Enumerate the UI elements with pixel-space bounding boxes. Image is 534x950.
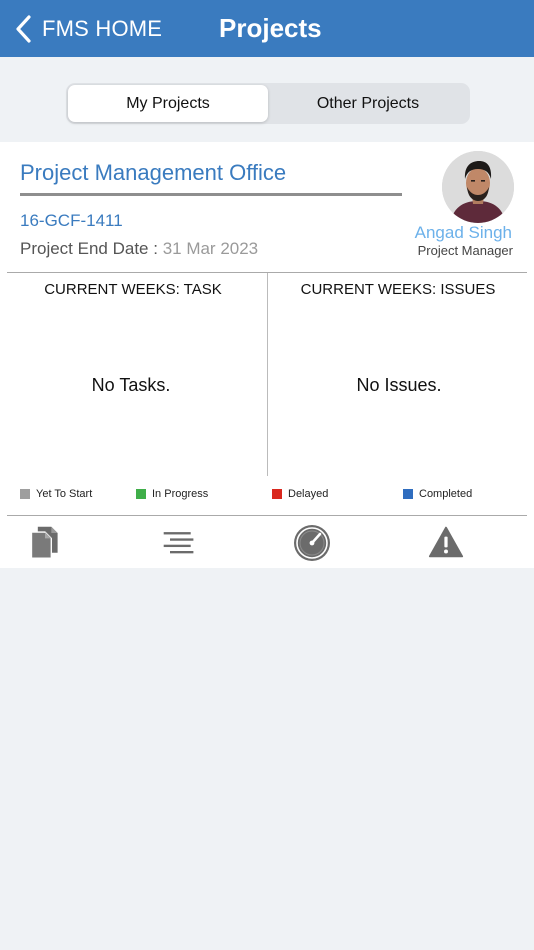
end-date-value: 31 Mar 2023	[162, 239, 259, 258]
legend-label: In Progress	[152, 488, 209, 500]
back-label: FMS HOME	[42, 16, 163, 41]
legend-swatch	[403, 489, 413, 499]
dashboard-button[interactable]	[292, 522, 332, 562]
project-end-date: Project End Date : 31 Mar 2023	[20, 239, 258, 259]
warning-icon	[428, 526, 464, 558]
project-card[interactable]: Project Management Office 16-GCF-1411 Pr…	[0, 142, 534, 568]
project-scope-segmented-control: My Projects Other Projects	[66, 83, 470, 124]
documents-icon	[30, 526, 58, 559]
legend-label: Yet To Start	[36, 488, 93, 500]
tasks-empty-text: No Tasks.	[91, 375, 171, 395]
legend-swatch	[20, 489, 30, 499]
manager-name: Angad Singh	[414, 223, 512, 242]
project-name: Project Management Office	[20, 160, 287, 185]
issues-button[interactable]	[426, 522, 466, 562]
divider	[7, 515, 527, 516]
page-title: Projects	[219, 13, 322, 43]
chevron-left-icon	[16, 15, 31, 43]
list-icon	[163, 532, 194, 554]
end-date-label: Project End Date :	[20, 239, 163, 258]
legend-label: Completed	[419, 488, 473, 500]
manager-avatar	[442, 151, 514, 223]
manager-role: Project Manager	[417, 243, 513, 258]
segment-other-projects[interactable]: Other Projects	[268, 85, 468, 122]
issues-heading: CURRENT WEEKS: ISSUES	[300, 281, 496, 298]
legend-item: Delayed	[272, 488, 328, 500]
legend-label: Delayed	[288, 488, 329, 500]
nav-bar: FMS HOME Projects	[0, 0, 534, 57]
legend-item: Completed	[403, 488, 472, 500]
issues-empty-text: No Issues.	[356, 375, 442, 395]
avatar-image	[442, 151, 514, 223]
legend-swatch	[136, 489, 146, 499]
project-name-underline	[20, 193, 402, 196]
back-button[interactable]: FMS HOME	[14, 12, 162, 46]
gauge-icon	[294, 525, 330, 561]
tasks-heading: CURRENT WEEKS: TASK	[44, 281, 222, 298]
list-button[interactable]	[159, 522, 199, 562]
legend-item: In Progress	[136, 488, 208, 500]
project-code: 16-GCF-1411	[20, 211, 123, 230]
documents-button[interactable]	[25, 522, 65, 562]
segment-my-projects[interactable]: My Projects	[68, 85, 268, 122]
legend-swatch	[272, 489, 282, 499]
legend-item: Yet To Start	[20, 488, 92, 500]
